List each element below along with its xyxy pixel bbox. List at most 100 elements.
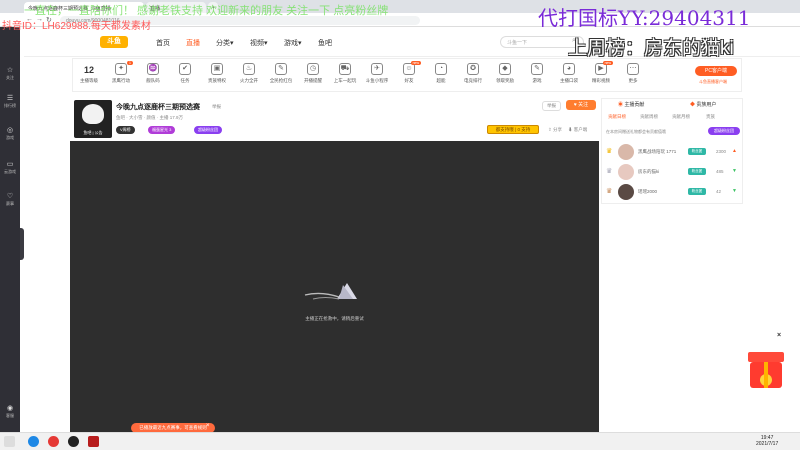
sidebar-item-cloud-games[interactable]: ▭ 云游戏 [0, 161, 20, 175]
nav-live[interactable]: 直播 [186, 38, 200, 48]
rank-row[interactable]: ♛ 瑶瑶2000 粉丝团 42 ▼ [606, 183, 740, 201]
sidebar-collapse-handle[interactable] [20, 228, 24, 260]
tab-daily[interactable]: 贡献日榜 [608, 114, 626, 120]
badge-fan-club[interactable]: 超级粉丝团 [194, 126, 222, 134]
toolbar-item[interactable]: ♨ 火力全开 [235, 63, 263, 84]
toolbar-item[interactable]: ◕ 主播口袋 [555, 63, 583, 84]
avatar-image [82, 104, 104, 124]
toolbar-item-label: 斗鱼小程序 [365, 78, 389, 83]
toolbar-item-label: 主播口袋 [560, 78, 578, 83]
tab-weekly[interactable]: 贡献周榜 [640, 114, 658, 120]
contribution-value: 42 [716, 189, 722, 194]
pc-client-subtitle: 斗鱼直播客户端 [699, 79, 727, 84]
toolbar-item-icon: ♒ [147, 63, 159, 75]
room-info: 鱼吧 | 公告 今晚九点逐鹿杯三期预选赛 举报 鱼吧 · 大小雪 · 颜值 · … [72, 98, 599, 140]
toolbar-item[interactable]: ✈ 斗鱼小程序 [363, 63, 391, 84]
toolbar-item[interactable]: ✎ 全民抢红包 [267, 63, 295, 84]
clock: 19:47 2021/7/17 [756, 435, 778, 447]
app-icon[interactable] [88, 436, 99, 447]
monitor-icon: ▭ [6, 161, 14, 168]
report-button[interactable]: 举报 [542, 101, 561, 111]
sidebar-item-ranking[interactable]: ☰ 排行榜 [0, 95, 20, 109]
toolbar-item[interactable]: ✦ 黑鹰行动 1 [107, 61, 135, 84]
rank-panel: ◉ 主播贡献 ◆ 贵族用户 贡献日榜 贡献周榜 贡献月榜 贵族 在本房间赠送礼物… [601, 98, 743, 204]
sidebar-item-label: 游戏 [6, 135, 14, 140]
video-player[interactable]: 主播正在抢救中，请稍后重试 [70, 141, 599, 432]
toolbar-item-icon: ◕ [563, 63, 575, 75]
trend-down-icon: ▼ [732, 188, 737, 194]
crown-silver-icon: ♛ [606, 168, 613, 175]
nav-fishbar[interactable]: 鱼吧 [318, 38, 332, 48]
start-icon[interactable] [4, 436, 15, 447]
toolbar-item[interactable]: ✎ 游戏 [523, 63, 551, 84]
anchor-avatar[interactable]: 鱼吧 | 公告 [74, 100, 112, 138]
toolbar-item[interactable]: ♒ 舰队码 [139, 63, 167, 84]
loading-fish-icon [304, 283, 357, 300]
nav-video[interactable]: 视频▾ [250, 38, 268, 48]
toolbar-item[interactable]: ⛟ 上车一起玩 [331, 63, 359, 84]
toolbar-item-badge: new [602, 61, 613, 65]
rank-row[interactable]: ♛ 房东的猫ki 粉丝团 485 ▼ [606, 163, 740, 181]
nav-home[interactable]: 首页 [156, 38, 170, 48]
nav-games[interactable]: 游戏▾ [284, 38, 302, 48]
toast-close-icon[interactable]: × [206, 423, 210, 429]
room-tag[interactable]: 举报 [212, 104, 221, 110]
toolbar-item[interactable]: ▣ 贵族特权 [203, 63, 231, 84]
close-icon[interactable]: × [777, 332, 781, 339]
avatar-caption: 鱼吧 | 公告 [83, 130, 103, 135]
toolbar-item-icon: ◔ [435, 63, 447, 75]
room-title: 今晚九点逐鹿杯三期预选赛 [116, 104, 200, 111]
toolbar-item-icon: ✈ [371, 63, 383, 75]
edge-icon[interactable] [28, 436, 39, 447]
anchor-level[interactable]: 12 主播等级 [75, 63, 103, 84]
toolbar-item-label: 领取奖励 [496, 78, 514, 83]
left-sidebar: ☆ 关注 ☰ 排行榜 ◎ 游戏 ▭ 云游戏 ♡ 赛事 ◉ 客服 [0, 27, 20, 432]
toolbar-item-label: 舰队码 [146, 78, 160, 83]
crown-bronze-icon: ♛ [606, 188, 613, 195]
rank-note: 在本房间赠送礼物都会有贡献值哦 [606, 129, 666, 134]
tab-noble-users[interactable]: ◆ 贵族用户 [690, 101, 716, 108]
gift-box-icon[interactable] [746, 350, 786, 392]
nav-category[interactable]: 分类▾ [216, 38, 234, 48]
toolbar-item[interactable]: ◔ 超能 [427, 63, 455, 84]
trophy-icon: ♡ [6, 193, 14, 200]
tab-noble[interactable]: 贵族 [706, 114, 715, 120]
obs-icon[interactable] [68, 436, 79, 447]
toolbar-item[interactable]: ✪ 电竞排行 [459, 63, 487, 84]
crown-gold-icon: ♛ [606, 148, 613, 155]
support-bar[interactable]: 都支持哦 | 0 支持 [487, 125, 539, 134]
fan-club-button[interactable]: 超级粉丝团 [708, 127, 740, 135]
badge-star[interactable]: 福蛋星光 3 [148, 126, 176, 134]
toolbar-item[interactable]: ⋯ 更多 [619, 63, 647, 84]
rank-row[interactable]: ♛ 黑鹰战场陪玩 1771 粉丝团 2300 ▲ [606, 143, 740, 161]
sidebar-item-events[interactable]: ♡ 赛事 [0, 193, 20, 207]
chrome-icon[interactable] [48, 436, 59, 447]
tab-anchor-contribution[interactable]: ◉ 主播贡献 [618, 101, 644, 108]
toolbar-item[interactable]: ✔ 任务 [171, 63, 199, 84]
medal-icon: ◉ [618, 102, 624, 108]
toolbar-item-icon: ✪ [467, 63, 479, 75]
badge-weekly[interactable]: V周榜 [116, 126, 135, 134]
headset-icon: ◉ [6, 405, 14, 412]
tab-monthly[interactable]: 贡献月榜 [672, 114, 690, 120]
room-toolbar: 12 主播等级 ✦ 黑鹰行动 1 ♒ 舰队码 ✔ 任务 ▣ 贵族特权 ♨ 火力全开 ✎ 全民抢红包 ◷ 开播… [72, 58, 742, 92]
pc-client-button[interactable]: PC客户端 [695, 66, 737, 76]
share-button[interactable]: ⇪ 分享 [548, 127, 562, 133]
sidebar-item-games[interactable]: ◎ 游戏 [0, 127, 20, 141]
star-icon: ☆ [6, 67, 14, 74]
toolbar-item[interactable]: ☺ 好友 new [395, 61, 423, 84]
toolbar-item-icon: ✎ [275, 63, 287, 75]
toolbar-item[interactable]: ◆ 领取奖励 [491, 63, 519, 84]
level-label: 主播等级 [80, 78, 98, 83]
sidebar-item-service[interactable]: ◉ 客服 [0, 405, 20, 419]
toolbar-item-label: 全民抢红包 [269, 78, 293, 83]
site-logo[interactable]: 斗鱼 [100, 36, 128, 48]
toolbar-item[interactable]: ◷ 开播提醒 [299, 63, 327, 84]
tab-label: 主播贡献 [624, 102, 645, 108]
toolbar-item-icon: ⋯ [627, 63, 639, 75]
toolbar-item[interactable]: ▶ 精彩视频 new [587, 61, 615, 84]
client-download-button[interactable]: ⬇ 客户端 [568, 127, 587, 133]
toolbar-item-label: 黑鹰行动 [112, 78, 130, 83]
follow-button[interactable]: ♥ 关注 [566, 100, 596, 110]
sidebar-item-follow[interactable]: ☆ 关注 [0, 67, 20, 81]
